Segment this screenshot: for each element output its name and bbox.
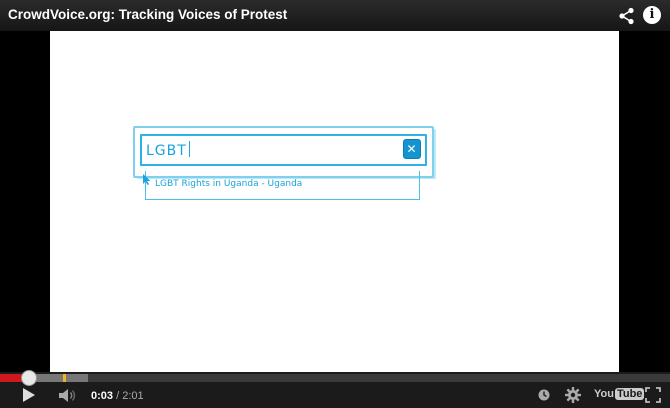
volume-icon[interactable] [59,388,79,403]
time-separator: / [113,390,123,402]
text-caret [188,141,190,157]
mouse-cursor-icon [143,174,151,185]
time-display: 0:03 / 2:01 [91,390,144,402]
logo-tube: Tube [614,388,645,400]
youtube-logo[interactable]: You Tube [594,388,645,402]
fullscreen-icon[interactable] [645,387,661,403]
duration: 2:01 [122,390,144,402]
search-input: LGBT ✕ [140,134,427,166]
search-input-text: LGBT [146,143,187,159]
play-icon[interactable] [22,388,36,402]
share-icon[interactable] [618,7,636,25]
title-bar: CrowdVoice.org: Tracking Voices of Prote… [0,0,670,31]
clear-button: ✕ [403,139,421,159]
scrubber-handle[interactable] [21,370,37,386]
logo-you: You [594,388,614,400]
settings-gear-icon[interactable] [565,387,581,403]
video-frame[interactable] [50,31,619,372]
suggestion-dropdown: LGBT Rights in Uganda - Uganda [145,171,420,200]
info-icon[interactable]: i [643,6,661,24]
video-title[interactable]: CrowdVoice.org: Tracking Voices of Prote… [8,7,287,22]
watch-later-icon[interactable] [538,389,550,401]
progress-track[interactable] [0,374,670,382]
ad-marker [63,374,66,382]
current-time: 0:03 [91,390,114,402]
suggestion-item: LGBT Rights in Uganda - Uganda [155,179,303,189]
buffered-bar [28,374,88,382]
